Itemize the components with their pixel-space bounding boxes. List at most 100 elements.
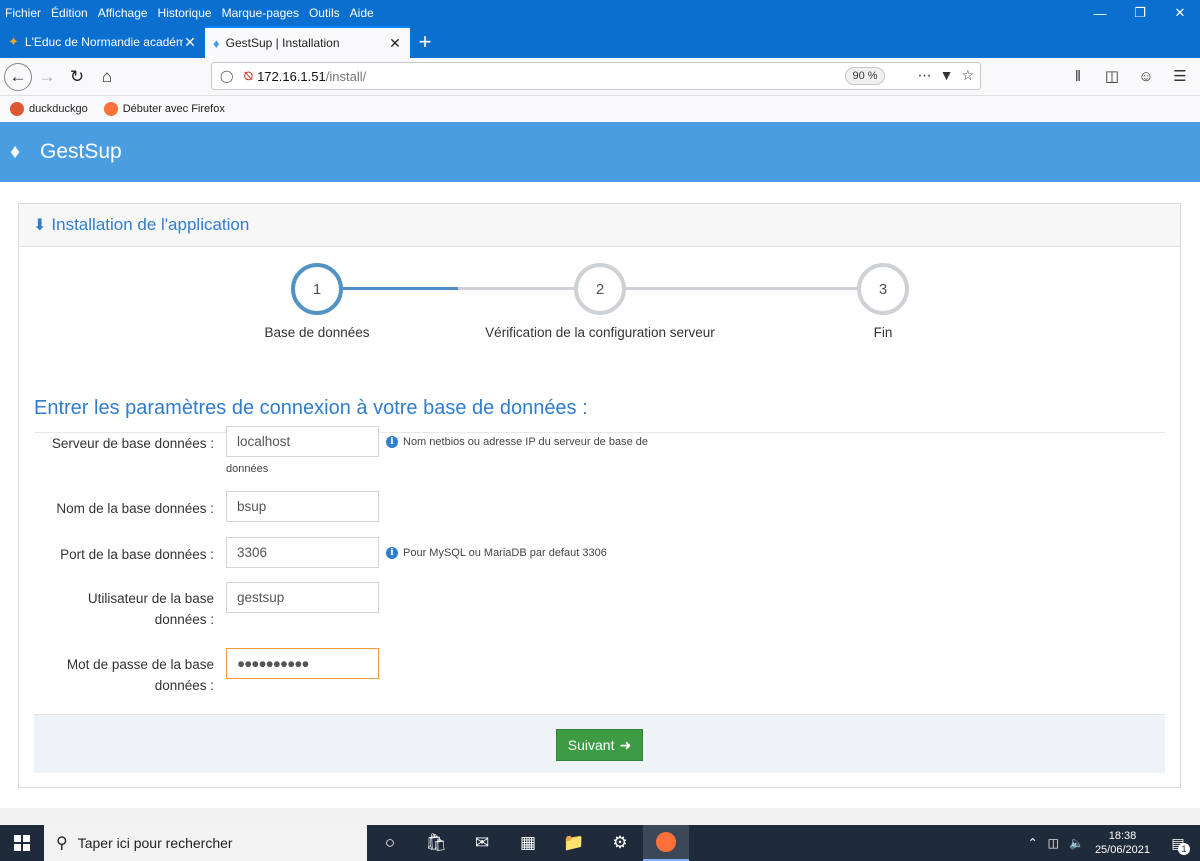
menu-fichier[interactable]: Fichier <box>0 6 46 20</box>
step-2-circle: 2 <box>574 263 626 315</box>
file-explorer-icon[interactable]: 📁 <box>551 825 597 861</box>
form-title: Entrer les paramètres de connexion à vot… <box>34 397 588 419</box>
taskbar-search[interactable]: ⚲ Taper ici pour rechercher <box>44 825 367 861</box>
chevron-up-icon[interactable]: ⌃ <box>1028 836 1038 850</box>
menu-outils[interactable]: Outils <box>304 6 345 20</box>
mail-icon[interactable]: ✉ <box>459 825 505 861</box>
port-help-text: Pour MySQL ou MariaDB par defaut 3306 <box>403 547 607 559</box>
user-label-line2: données : <box>154 612 214 627</box>
menu-edition[interactable]: Édition <box>46 6 93 20</box>
system-tray: ⌃ ◫ 🔈 18:38 25/06/2021 ▤ 1 <box>1023 825 1200 861</box>
insecure-lock-icon[interactable]: ⦰ <box>243 69 253 84</box>
clock-time: 18:38 <box>1108 830 1137 842</box>
home-icon[interactable]: ⌂ <box>92 62 122 92</box>
close-tab-icon[interactable]: ✕ <box>183 34 197 51</box>
info-icon: i <box>386 547 398 559</box>
firefox-icon <box>103 102 118 116</box>
password-label-line2: données : <box>154 678 214 693</box>
windows-start-icon[interactable] <box>0 825 44 861</box>
volume-icon[interactable]: 🔈 <box>1069 836 1084 850</box>
network-icon[interactable]: ◫ <box>1048 836 1059 850</box>
bird-icon: ✦ <box>8 34 19 49</box>
sidebar-icon[interactable]: ◫ <box>1100 62 1124 90</box>
server-help: i Nom netbios ou adresse IP du serveur d… <box>386 436 648 448</box>
network-app-icon[interactable]: ⚙ <box>597 825 643 861</box>
close-window-icon[interactable]: ✕ <box>1160 0 1200 26</box>
new-tab-icon[interactable]: + <box>410 26 440 58</box>
tab-bar: ✦ L'Educ de Normandie académ ✕ ♦ GestSup… <box>0 26 1200 58</box>
url-host: 172.16.1.51 <box>257 68 326 84</box>
cortana-icon[interactable]: ○ <box>367 825 413 861</box>
menu-affichage[interactable]: Affichage <box>93 6 153 20</box>
bookmarks-bar: duckduckgo Débuter avec Firefox <box>0 96 1200 122</box>
zoom-level[interactable]: 90 % <box>845 67 885 85</box>
account-icon[interactable]: ☺ <box>1134 62 1158 90</box>
library-icon[interactable]: ‖ <box>1066 62 1090 90</box>
dbname-label: Nom de la base données : <box>56 501 214 516</box>
toolbar-right: ‖ ◫ ☺ ☰ <box>1066 62 1192 90</box>
close-tab-icon[interactable]: ✕ <box>388 35 402 52</box>
step-number: 2 <box>595 280 605 298</box>
pocket-icon[interactable]: ▼ <box>940 67 954 84</box>
menu-aide[interactable]: Aide <box>345 6 379 20</box>
dbname-input[interactable] <box>226 491 379 522</box>
clock[interactable]: 18:38 25/06/2021 <box>1095 829 1150 857</box>
step-1-circle: 1 <box>291 263 343 315</box>
next-button-label: Suivant <box>567 737 615 753</box>
server-input[interactable] <box>226 426 379 457</box>
taskbar-search-placeholder: Taper ici pour rechercher <box>77 835 233 851</box>
step-3-circle: 3 <box>857 263 909 315</box>
port-label: Port de la base données : <box>60 547 214 562</box>
tab-educ-normandie[interactable]: ✦ L'Educ de Normandie académ ✕ <box>0 26 205 58</box>
port-input[interactable] <box>226 537 379 568</box>
info-icon: i <box>386 436 398 448</box>
control-panel-icon[interactable]: ▦ <box>505 825 551 861</box>
restore-icon[interactable]: ❐ <box>1120 0 1160 26</box>
bookmark-debuter-firefox[interactable]: Débuter avec Firefox <box>103 102 225 116</box>
url-bar[interactable]: ◯ ⦰ 172.16.1.51/install/ 90 % ⋯ ▼ ☆ <box>211 62 981 90</box>
app-header: ♦ GestSup <box>0 122 1200 182</box>
hamburger-menu-icon[interactable]: ☰ <box>1168 62 1192 90</box>
password-label: Mot de passe de la base données : <box>24 654 214 696</box>
user-input[interactable] <box>226 582 379 613</box>
panel-header: ⬇ Installation de l'application <box>19 204 1180 247</box>
app-title[interactable]: GestSup <box>40 140 122 164</box>
step-line <box>600 287 883 290</box>
forward-icon[interactable]: → <box>32 62 62 92</box>
installation-panel: ⬇ Installation de l'application 1 2 3 Ba… <box>18 203 1181 788</box>
reload-icon[interactable]: ↻ <box>62 62 92 92</box>
password-label-line1: Mot de passe de la base <box>66 657 214 672</box>
minimize-icon[interactable]: — <box>1080 0 1120 26</box>
more-actions-icon[interactable]: ⋯ <box>918 67 932 84</box>
menu-marque-pages[interactable]: Marque-pages <box>217 6 304 20</box>
server-help-continued: données <box>226 463 269 475</box>
panel-title: Installation de l'application <box>51 215 250 234</box>
shield-icon[interactable]: ◯ <box>220 69 233 83</box>
port-help: i Pour MySQL ou MariaDB par defaut 3306 <box>386 547 607 559</box>
firefox-taskbar-icon[interactable] <box>643 825 689 861</box>
step-number: 1 <box>312 280 322 298</box>
bookmark-duckduckgo[interactable]: duckduckgo <box>10 102 88 116</box>
windows-taskbar: ⚲ Taper ici pour rechercher ○ 🛍 ✉ ▦ 📁 ⚙ … <box>0 825 1200 861</box>
server-label: Serveur de base données : <box>51 436 214 451</box>
tab-gestsup-installation[interactable]: ♦ GestSup | Installation ✕ <box>205 26 410 58</box>
tab-title: GestSup | Installation <box>225 36 340 50</box>
user-label: Utilisateur de la base données : <box>24 588 214 630</box>
bookmark-star-icon[interactable]: ☆ <box>961 67 974 84</box>
next-button[interactable]: Suivant ➜ <box>556 729 643 761</box>
password-input[interactable] <box>226 648 379 679</box>
back-icon[interactable]: ← <box>4 62 32 91</box>
tag-icon: ♦ <box>10 140 21 163</box>
store-icon[interactable]: 🛍 <box>413 825 459 861</box>
notification-icon[interactable]: ▤ 1 <box>1164 829 1192 857</box>
browser-menubar: Fichier Édition Affichage Historique Mar… <box>0 0 1200 26</box>
notification-badge: 1 <box>1178 843 1190 855</box>
menu-historique[interactable]: Historique <box>153 6 217 20</box>
download-icon: ⬇ <box>33 217 47 234</box>
step-1-label: Base de données <box>264 325 370 340</box>
step-3-label: Fin <box>873 325 893 340</box>
tab-title: L'Educ de Normandie académ <box>24 35 183 49</box>
arrow-right-icon: ➜ <box>619 736 632 753</box>
bookmark-label: duckduckgo <box>29 103 88 115</box>
window-controls: — ❐ ✕ <box>1080 0 1200 26</box>
